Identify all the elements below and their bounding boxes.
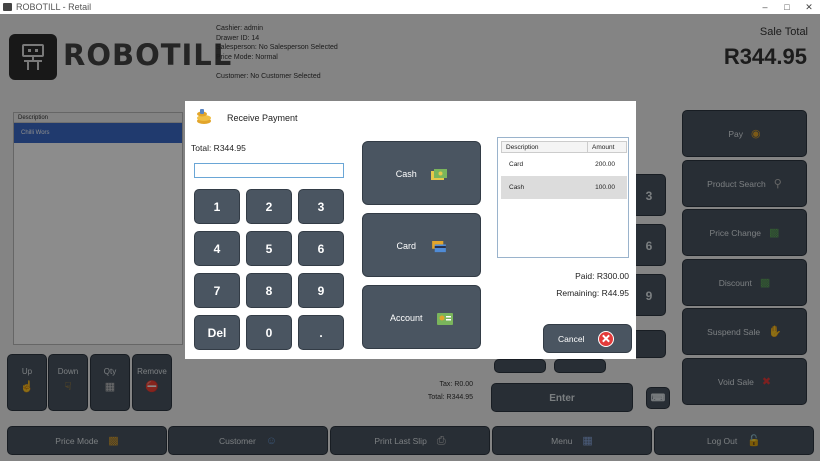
payment-amount: 100.00 bbox=[595, 184, 615, 191]
payments-table[interactable]: Description Amount Card 200.00 Cash 100.… bbox=[497, 137, 629, 258]
account-label: Account bbox=[389, 313, 423, 323]
title-bar: ROBOTILL - Retail – □ ✕ bbox=[0, 0, 820, 14]
keypad-9[interactable]: 9 bbox=[298, 273, 344, 308]
payment-description: Card bbox=[509, 161, 524, 168]
credit-card-icon bbox=[431, 240, 446, 252]
keypad-4[interactable]: 4 bbox=[194, 231, 240, 266]
remaining-amount: Remaining: R44.95 bbox=[556, 288, 629, 298]
coins-icon bbox=[197, 109, 211, 124]
minimize-icon[interactable]: – bbox=[754, 0, 776, 14]
app-icon bbox=[3, 3, 12, 11]
window-title: ROBOTILL - Retail bbox=[16, 2, 92, 12]
dialog-total: Total: R344.95 bbox=[191, 143, 246, 153]
maximize-icon[interactable]: □ bbox=[776, 0, 798, 14]
cancel-icon bbox=[598, 331, 614, 347]
receive-payment-dialog: Receive Payment Total: R344.95 1 2 3 4 5… bbox=[185, 101, 636, 359]
keypad-3[interactable]: 3 bbox=[298, 189, 344, 224]
keypad-del[interactable]: Del bbox=[194, 315, 240, 350]
account-button[interactable]: Account bbox=[362, 285, 481, 349]
dialog-title: Receive Payment bbox=[227, 113, 298, 123]
cash-icon bbox=[431, 168, 448, 180]
id-card-icon bbox=[437, 312, 454, 325]
payments-table-header: Description Amount bbox=[501, 141, 627, 153]
cash-button[interactable]: Cash bbox=[362, 141, 481, 205]
payment-amount: 200.00 bbox=[595, 161, 615, 168]
keypad-0[interactable]: 0 bbox=[246, 315, 292, 350]
keypad-6[interactable]: 6 bbox=[298, 231, 344, 266]
close-icon[interactable]: ✕ bbox=[798, 0, 820, 14]
cancel-button[interactable]: Cancel bbox=[543, 324, 632, 353]
cancel-label: Cancel bbox=[558, 334, 585, 344]
keypad-decimal[interactable]: . bbox=[298, 315, 344, 350]
card-label: Card bbox=[396, 241, 416, 251]
payment-description: Cash bbox=[509, 184, 525, 191]
keypad-1[interactable]: 1 bbox=[194, 189, 240, 224]
cash-label: Cash bbox=[395, 169, 417, 179]
amount-column-header: Amount bbox=[592, 144, 615, 151]
description-column-header: Description bbox=[502, 142, 588, 152]
paid-amount: Paid: R300.00 bbox=[575, 271, 629, 281]
keypad-2[interactable]: 2 bbox=[246, 189, 292, 224]
card-button[interactable]: Card bbox=[362, 213, 481, 277]
keypad-7[interactable]: 7 bbox=[194, 273, 240, 308]
keypad-8[interactable]: 8 bbox=[246, 273, 292, 308]
amount-input[interactable] bbox=[194, 163, 344, 178]
keypad-5[interactable]: 5 bbox=[246, 231, 292, 266]
table-row[interactable]: Card 200.00 bbox=[501, 153, 627, 176]
table-row[interactable]: Cash 100.00 bbox=[501, 176, 627, 199]
